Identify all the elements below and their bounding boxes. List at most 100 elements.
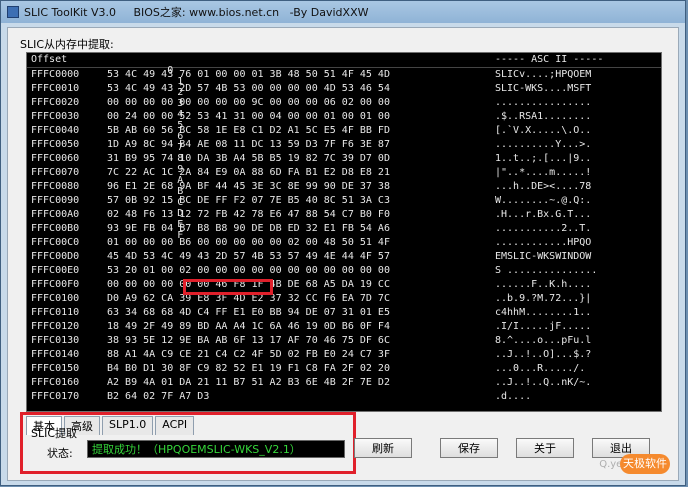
main-content: SLIC从内存中提取: Offset 0 1 2 3 4 5 6 7 8 9 A… xyxy=(7,27,679,481)
hex-address: FFFC00E0 xyxy=(31,265,80,276)
hex-ascii: ...h..DE><....78 xyxy=(495,181,592,192)
hex-bytes: 88 A1 4A C9 CE 21 C4 C2 4F 5D 02 FB E0 2… xyxy=(107,349,390,360)
hex-bytes: 00 24 00 00 52 53 41 31 00 04 00 00 01 0… xyxy=(107,111,390,122)
hex-row[interactable]: FFFC00D0 45 4D 53 4C 49 43 2D 57 4B 53 57… xyxy=(27,251,661,264)
hex-address: FFFC0090 xyxy=(31,195,80,206)
hex-ascii: .I/I.....jF..... xyxy=(495,321,592,332)
status-label: 状态: xyxy=(47,447,73,460)
offset-header: Offset xyxy=(31,54,68,65)
hex-ascii: .$..RSA1........ xyxy=(495,111,592,122)
hex-ascii: SLICv....;HPQOEM xyxy=(495,69,592,80)
hex-ascii: 1..t..;.[...|9.. xyxy=(495,153,592,164)
hex-address: FFFC00D0 xyxy=(31,251,80,262)
hex-row[interactable]: FFFC00F0 00 00 00 00 00 00 46 F8 1F 4B DE… xyxy=(27,279,661,292)
hex-bytes: A2 B9 4A 01 DA 21 11 B7 51 A2 B3 6E 4B 2… xyxy=(107,377,390,388)
hex-ascii: S ............... xyxy=(495,265,598,276)
app-window: SLIC ToolKit V3.0 BIOS之家: www.bios.net.c… xyxy=(0,0,686,486)
hex-row[interactable]: FFFC0080 96 E1 2E 68 9A BF 44 45 3E 3C 8E… xyxy=(27,181,661,194)
hex-address: FFFC0080 xyxy=(31,181,80,192)
hex-bytes: 5B AB 60 56 BC 58 1E E8 C1 D2 A1 5C E5 4… xyxy=(107,125,390,136)
hex-bytes: 18 49 2F 49 89 BD AA A4 1C 6A 46 19 0D B… xyxy=(107,321,390,332)
hex-row[interactable]: FFFC0150 B4 B0 D1 30 8F C9 82 52 E1 19 F1… xyxy=(27,363,661,376)
hex-row[interactable]: FFFC0090 57 0B 92 15 BC DE FF F2 07 7E B5… xyxy=(27,195,661,208)
hex-bytes: 63 34 68 68 4D C4 FF E1 E0 BB 94 DE 07 3… xyxy=(107,307,390,318)
refresh-button[interactable]: 刷新 xyxy=(354,438,412,458)
hex-ascii: 8.^....o...pFu.l xyxy=(495,335,592,346)
hex-ascii: ..b.9.?M.72...}| xyxy=(495,293,592,304)
hex-row[interactable]: FFFC0160 A2 B9 4A 01 DA 21 11 B7 51 A2 B3… xyxy=(27,377,661,390)
hex-ascii: W........~.@.Q:. xyxy=(495,195,592,206)
hex-bytes: 1D A9 8C 94 B4 AE 08 11 DC 13 59 D3 7F F… xyxy=(107,139,390,150)
hex-view[interactable]: Offset 0 1 2 3 4 5 6 7 8 9 A B C D E F -… xyxy=(26,52,662,412)
hex-bytes: 38 93 5E 12 9E BA AB 6F 13 17 AF 70 46 7… xyxy=(107,335,390,346)
hex-address: FFFC0000 xyxy=(31,69,80,80)
hex-bytes: 53 20 01 00 02 00 00 00 00 00 00 00 00 0… xyxy=(107,265,390,276)
save-button[interactable]: 保存 xyxy=(440,438,498,458)
hex-row[interactable]: FFFC00E0 53 20 01 00 02 00 00 00 00 00 00… xyxy=(27,265,661,278)
hex-row[interactable]: FFFC0100 D0 A9 62 CA 39 E8 3F 4D E2 37 32… xyxy=(27,293,661,306)
hex-row[interactable]: FFFC0130 38 93 5E 12 9E BA AB 6F 13 17 AF… xyxy=(27,335,661,348)
hex-ascii: |"..*....m.....! xyxy=(495,167,592,178)
hex-row[interactable]: FFFC0010 53 4C 49 43 2D 57 4B 53 00 00 00… xyxy=(27,83,661,96)
hex-address: FFFC00A0 xyxy=(31,209,80,220)
hex-ascii: ......F..K.h.... xyxy=(495,279,592,290)
hex-ascii: ............HPQO xyxy=(495,237,592,248)
hex-row[interactable]: FFFC0020 00 00 00 00 00 00 00 00 9C 00 00… xyxy=(27,97,661,110)
hex-bytes: 57 0B 92 15 BC DE FF F2 07 7E B5 40 8C 5… xyxy=(107,195,390,206)
hex-ascii: ..J..!..O]...$.? xyxy=(495,349,592,360)
hex-address: FFFC00F0 xyxy=(31,279,80,290)
hex-row[interactable]: FFFC0050 1D A9 8C 94 B4 AE 08 11 DC 13 59… xyxy=(27,139,661,152)
about-button[interactable]: 关于 xyxy=(516,438,574,458)
window-title: SLIC ToolKit V3.0 BIOS之家: www.bios.net.c… xyxy=(24,6,369,19)
hex-header: Offset 0 1 2 3 4 5 6 7 8 9 A B C D E F -… xyxy=(27,53,661,241)
hex-ascii: ..........Y...>. xyxy=(495,139,592,150)
hex-row[interactable]: FFFC00B0 93 9E FB 04 B7 B8 B8 90 DE DB ED… xyxy=(27,223,661,236)
hex-address: FFFC0160 xyxy=(31,377,80,388)
hex-bytes: 53 4C 49 43 76 01 00 00 01 3B 48 50 51 4… xyxy=(107,69,390,80)
highlight-annotation xyxy=(183,279,273,295)
hex-ascii: ...........2..T. xyxy=(495,223,592,234)
hex-ascii: c4hhM........1.. xyxy=(495,307,592,318)
hex-address: FFFC00C0 xyxy=(31,237,80,248)
hex-address: FFFC0100 xyxy=(31,293,80,304)
hex-bytes: 45 4D 53 4C 49 43 2D 57 4B 53 57 49 4E 4… xyxy=(107,251,390,262)
hex-row[interactable]: FFFC0070 7C 22 AC 1C 2A 84 E9 0A 88 6D FA… xyxy=(27,167,661,180)
ascii-header: ----- ASC II ----- xyxy=(495,54,604,65)
hex-bytes: B2 64 02 7F A7 D3 xyxy=(107,391,210,402)
hex-address: FFFC0050 xyxy=(31,139,80,150)
hex-ascii: .d.... xyxy=(495,391,532,402)
hex-bytes: B4 B0 D1 30 8F C9 82 52 E1 19 F1 C8 FA 2… xyxy=(107,363,390,374)
hex-address: FFFC0060 xyxy=(31,153,80,164)
hex-address: FFFC00B0 xyxy=(31,223,80,234)
hex-row[interactable]: FFFC0040 5B AB 60 56 BC 58 1E E8 C1 D2 A1… xyxy=(27,125,661,138)
hex-ascii: EMSLIC-WKSWINDOW xyxy=(495,251,592,262)
hex-row[interactable]: FFFC0060 31 B9 95 74 10 DA 3B A4 5B B5 19… xyxy=(27,153,661,166)
corner-badge: 天极软件 xyxy=(620,454,670,474)
app-icon xyxy=(7,6,19,18)
title-bar[interactable]: SLIC ToolKit V3.0 BIOS之家: www.bios.net.c… xyxy=(1,1,685,23)
hex-address: FFFC0140 xyxy=(31,349,80,360)
hex-row[interactable]: FFFC0120 18 49 2F 49 89 BD AA A4 1C 6A 46… xyxy=(27,321,661,334)
hex-address: FFFC0120 xyxy=(31,321,80,332)
hex-ascii: [.`V.X.....\.O.. xyxy=(495,125,592,136)
hex-address: FFFC0020 xyxy=(31,97,80,108)
hex-row[interactable]: FFFC0110 63 34 68 68 4D C4 FF E1 E0 BB 94… xyxy=(27,307,661,320)
slic-extract-title: SLIC提取 xyxy=(31,427,78,440)
hex-bytes: 31 B9 95 74 10 DA 3B A4 5B B5 19 82 7C 3… xyxy=(107,153,390,164)
hex-row[interactable]: FFFC0000 53 4C 49 43 76 01 00 00 01 3B 48… xyxy=(27,69,661,82)
hex-ascii: SLIC-WKS....MSFT xyxy=(495,83,592,94)
hex-ascii: ...0...R...../. xyxy=(495,363,592,374)
hex-address: FFFC0150 xyxy=(31,363,80,374)
hex-row[interactable]: FFFC0170 B2 64 02 7F A7 D3 .d.... xyxy=(27,391,661,404)
hex-row[interactable]: FFFC00A0 02 48 F6 13 12 72 FB 42 78 E6 47… xyxy=(27,209,661,222)
hex-address: FFFC0170 xyxy=(31,391,80,402)
hex-bytes: 7C 22 AC 1C 2A 84 E9 0A 88 6D FA B1 E2 D… xyxy=(107,167,390,178)
hex-row[interactable]: FFFC0140 88 A1 4A C9 CE 21 C4 C2 4F 5D 02… xyxy=(27,349,661,362)
hex-ascii: .H...r.Bx.G.T... xyxy=(495,209,592,220)
hex-row[interactable]: FFFC0030 00 24 00 00 52 53 41 31 00 04 00… xyxy=(27,111,661,124)
hex-bytes: 93 9E FB 04 B7 B8 B8 90 DE DB ED 32 E1 F… xyxy=(107,223,390,234)
status-value: 提取成功！（HPQOEMSLIC-WKS_V2.1） xyxy=(87,440,345,458)
hex-address: FFFC0030 xyxy=(31,111,80,122)
hex-address: FFFC0110 xyxy=(31,307,80,318)
hex-row[interactable]: FFFC00C0 01 00 00 00 B6 00 00 00 00 00 02… xyxy=(27,237,661,250)
